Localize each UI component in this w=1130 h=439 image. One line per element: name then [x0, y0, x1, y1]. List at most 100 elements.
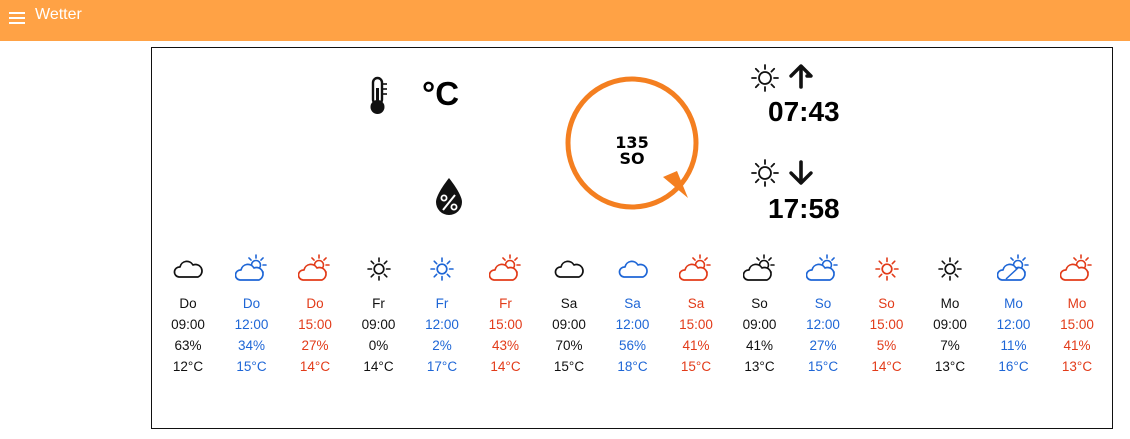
- partly-cloudy-icon: [742, 254, 775, 281]
- sunset-sun-icon: [751, 159, 779, 187]
- forecast-temperature: 16°C: [998, 359, 1029, 374]
- forecast-item: Do 12:00 34% 15°C: [222, 254, 282, 377]
- forecast-day: Mo: [940, 296, 960, 311]
- sunrise-sun-icon: [751, 64, 779, 92]
- forecast-item: So 09:00 41% 13°C: [730, 254, 790, 377]
- forecast-item: Fr 12:00 2% 17°C: [412, 254, 472, 377]
- forecast-day: Do: [306, 296, 324, 311]
- forecast-temperature: 13°C: [934, 359, 966, 374]
- forecast-day: Do: [179, 296, 197, 311]
- forecast-day: Sa: [560, 296, 578, 311]
- forecast-temperature: 17°C: [426, 359, 458, 374]
- forecast-temperature: 15°C: [236, 359, 267, 374]
- thermometer-icon: [370, 76, 387, 114]
- forecast-precipitation: 41%: [1063, 338, 1091, 353]
- forecast-precipitation: 27%: [809, 338, 837, 353]
- partly-cloudy-icon: [806, 254, 838, 281]
- forecast-item: Sa 15:00 41% 15°C: [666, 254, 726, 377]
- app-header: Wetter: [0, 0, 1130, 41]
- partly-cloudy-icon: [488, 254, 521, 281]
- forecast-day: So: [814, 296, 832, 311]
- forecast-time: 12:00: [615, 317, 650, 332]
- wind-direction: SO: [619, 149, 645, 168]
- forecast-time: 12:00: [234, 317, 269, 332]
- forecast-precipitation: 11%: [1000, 338, 1027, 353]
- sunny-icon: [430, 257, 454, 281]
- cloudy-icon: [554, 260, 584, 278]
- sunny-icon: [874, 257, 899, 281]
- forecast-time: 12:00: [996, 317, 1031, 332]
- cloudy-icon: [173, 260, 203, 278]
- forecast-time: 09:00: [742, 317, 777, 332]
- forecast-day: So: [878, 296, 895, 311]
- arrow-down-icon: [789, 160, 813, 185]
- forecast-day: Mo: [1067, 296, 1087, 311]
- forecast-temperature: 13°C: [1061, 359, 1093, 374]
- hamburger-menu-icon[interactable]: [9, 10, 25, 24]
- forecast-precipitation: 41%: [745, 338, 774, 353]
- forecast-precipitation: 2%: [432, 338, 452, 353]
- forecast-day: So: [751, 296, 768, 311]
- forecast-time: 09:00: [933, 317, 967, 332]
- partly-cloudy-icon: [298, 254, 330, 281]
- forecast-item: Sa 12:00 56% 18°C: [603, 254, 663, 377]
- forecast-day: Mo: [1004, 296, 1023, 311]
- forecast-item: Mo 12:00 11% 16°C: [984, 254, 1044, 377]
- forecast-temperature: 14°C: [871, 359, 902, 374]
- forecast-precipitation: 43%: [491, 338, 520, 353]
- forecast-day: Fr: [499, 296, 512, 311]
- humidity-drop-icon: [436, 178, 462, 215]
- temperature-unit: °C: [422, 75, 460, 112]
- sunset-time: 17:58: [768, 193, 840, 224]
- forecast-time: 12:00: [425, 317, 459, 332]
- forecast-temperature: 18°C: [617, 359, 648, 374]
- forecast-time: 09:00: [552, 317, 586, 332]
- forecast-item: Mo 09:00 7% 13°C: [920, 254, 980, 377]
- forecast-time: 15:00: [298, 317, 332, 332]
- forecast-item: So 15:00 5% 14°C: [857, 254, 917, 377]
- forecast-time: 09:00: [171, 317, 205, 332]
- sunny-icon: [938, 257, 962, 281]
- forecast-item: Fr 09:00 0% 14°C: [349, 254, 409, 377]
- forecast-temperature: 13°C: [744, 359, 775, 374]
- weather-panel: °C 135 SO 07:43 17:58 Do 09:00 63% 12°C …: [151, 47, 1113, 429]
- forecast-day: Fr: [435, 296, 449, 311]
- forecast-day: Fr: [372, 296, 385, 311]
- arrow-up-icon: [789, 64, 813, 89]
- forecast-temperature: 14°C: [363, 359, 394, 374]
- forecast-item: Fr 15:00 43% 14°C: [476, 254, 536, 377]
- forecast-day: Sa: [687, 296, 705, 311]
- forecast-precipitation: 27%: [301, 338, 329, 353]
- forecast-item: Do 15:00 27% 14°C: [285, 254, 345, 377]
- sunny-icon: [366, 257, 391, 281]
- partly-cloudy-icon: [234, 254, 267, 281]
- forecast-precipitation: 63%: [174, 338, 202, 353]
- forecast-day: Sa: [624, 296, 641, 311]
- forecast-temperature: 15°C: [807, 359, 839, 374]
- forecast-temperature: 15°C: [553, 359, 585, 374]
- forecast-precipitation: 56%: [618, 338, 647, 353]
- forecast-time: 15:00: [869, 317, 904, 332]
- forecast-item: Sa 09:00 70% 15°C: [539, 254, 599, 377]
- forecast-day: Do: [242, 296, 261, 311]
- forecast-time: 09:00: [361, 317, 396, 332]
- forecast-precipitation: 34%: [237, 338, 266, 353]
- forecast-item: So 12:00 27% 15°C: [793, 254, 853, 377]
- forecast-precipitation: 7%: [940, 338, 960, 353]
- forecast-time: 15:00: [1060, 317, 1094, 332]
- forecast-time: 15:00: [488, 317, 523, 332]
- app-title: Wetter: [35, 6, 82, 23]
- sun-behind-cloud-icon: [996, 254, 1029, 281]
- forecast-temperature: 15°C: [680, 359, 712, 374]
- partly-cloudy-icon: [679, 254, 711, 281]
- forecast-temperature: 14°C: [299, 359, 331, 374]
- cloudy-icon: [618, 260, 648, 278]
- forecast-precipitation: 0%: [368, 338, 389, 353]
- forecast-time: 15:00: [679, 317, 713, 332]
- partly-cloudy-icon: [1060, 254, 1092, 281]
- forecast-item: Do 09:00 63% 12°C: [158, 254, 218, 377]
- forecast-precipitation: 5%: [876, 338, 897, 353]
- forecast-precipitation: 70%: [555, 338, 583, 353]
- forecast-temperature: 14°C: [490, 359, 521, 374]
- sunrise-time: 07:43: [768, 96, 840, 127]
